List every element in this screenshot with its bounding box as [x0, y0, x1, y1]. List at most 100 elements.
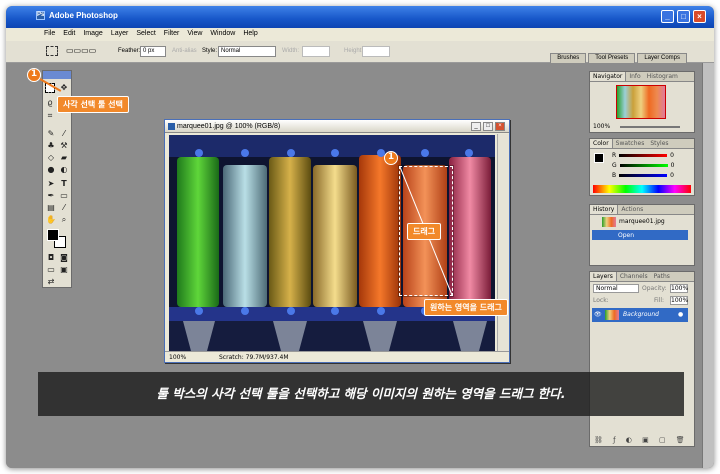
well-layer-comps[interactable]: Layer Comps — [637, 53, 687, 63]
doc-close-button[interactable]: × — [495, 122, 505, 131]
selection-mode-icons[interactable]: ▭▭▭▭ — [66, 46, 96, 55]
brush-tool-icon[interactable]: ⁄ — [59, 129, 69, 139]
feather-input[interactable]: 0 px — [140, 46, 166, 57]
minimize-button[interactable]: _ — [661, 10, 674, 23]
lasso-tool-icon[interactable]: ϱ — [45, 98, 55, 108]
foreground-color-front[interactable] — [47, 229, 59, 241]
opacity-input[interactable]: 100% — [670, 284, 688, 293]
scratch-size[interactable]: Scratch: 79.7M/937.4M — [219, 354, 289, 361]
marquee-preset-icon[interactable] — [46, 46, 58, 56]
fill-input[interactable]: 100% — [670, 296, 688, 305]
history-brush-icon[interactable]: ⚒ — [59, 141, 69, 151]
document-icon — [168, 123, 175, 130]
width-input[interactable] — [302, 46, 330, 57]
history-snapshot-name[interactable]: marquee01.jpg — [619, 218, 665, 225]
tab-color[interactable]: Color — [590, 139, 613, 148]
tab-paths[interactable]: Paths — [651, 272, 673, 281]
eyedropper-icon[interactable]: ⁄ — [59, 203, 69, 213]
well-brushes[interactable]: Brushes — [550, 53, 587, 63]
lock-label: Lock: — [593, 297, 609, 304]
mask-mode-icon[interactable]: ◙ — [59, 253, 69, 263]
screen-mode-icon[interactable]: ▭ — [46, 265, 56, 275]
style-select[interactable]: Normal — [218, 46, 276, 57]
blend-mode-select[interactable]: Normal — [593, 284, 639, 293]
navigator-thumbnail[interactable] — [616, 85, 666, 119]
doc-maximize-button[interactable]: □ — [483, 122, 493, 131]
tab-layers[interactable]: Layers — [590, 272, 617, 281]
tab-navigator[interactable]: Navigator — [590, 72, 627, 81]
channel-r-slider[interactable] — [619, 154, 668, 157]
zoom-level[interactable]: 100% — [169, 354, 186, 361]
tab-channels[interactable]: Channels — [617, 272, 651, 281]
menu-image[interactable]: Image — [79, 28, 106, 37]
maximize-button[interactable]: □ — [677, 10, 690, 23]
channel-r-row: R0 — [612, 151, 692, 161]
history-step-label: Open — [618, 232, 635, 239]
channel-b-slider[interactable] — [619, 174, 668, 177]
menu-help[interactable]: Help — [239, 28, 261, 37]
channel-b-value[interactable]: 0 — [670, 172, 674, 179]
full-screen-icon[interactable]: ▣ — [59, 265, 69, 275]
channel-g-value[interactable]: 0 — [671, 162, 675, 169]
pen-tool-icon[interactable]: ✒ — [46, 191, 56, 201]
navigator-zoom-slider[interactable] — [620, 126, 680, 128]
navigator-zoom[interactable]: 100% — [593, 123, 610, 130]
menu-select[interactable]: Select — [132, 28, 159, 37]
drag-area-callout: 원하는 영역을 드래그 — [424, 299, 508, 316]
tab-histogram[interactable]: Histogram — [644, 72, 681, 81]
layers-footer-icons[interactable]: ⛓ ƒ ◐ ▣ ▢ 🗑 — [594, 436, 689, 444]
channel-g-slider[interactable] — [619, 164, 668, 167]
antialias-checkbox[interactable]: Anti-alias — [172, 48, 197, 54]
gradient-tool-icon[interactable]: ▰ — [59, 153, 69, 163]
history-step-open[interactable]: Open — [592, 230, 688, 240]
tab-info[interactable]: Info — [626, 72, 643, 81]
well-tool-presets[interactable]: Tool Presets — [588, 53, 636, 63]
healing-brush-icon[interactable]: ✎ — [46, 129, 56, 139]
clone-stamp-icon[interactable]: ♣ — [46, 141, 56, 151]
color-fg-swatch[interactable] — [594, 153, 604, 163]
document-status-bar: 100% Scratch: 79.7M/937.4M — [165, 351, 509, 362]
notes-tool-icon[interactable]: ▤ — [46, 203, 56, 213]
quick-mask-icon[interactable]: ◘ — [46, 253, 56, 263]
feather-label: Feather: — [118, 48, 141, 54]
history-snapshot-thumb — [602, 217, 616, 227]
layer-name[interactable]: Background — [623, 311, 659, 318]
menu-view[interactable]: View — [183, 28, 206, 37]
menu-window[interactable]: Window — [206, 28, 239, 37]
menu-bar: File Edit Image Layer Select Filter View Window… — [6, 28, 714, 41]
hand-tool-icon[interactable]: ✋ — [46, 215, 56, 225]
color-spectrum-bar[interactable] — [593, 185, 691, 193]
height-input[interactable] — [362, 46, 390, 57]
zoom-tool-icon[interactable]: ⌕ — [59, 215, 69, 225]
imageready-icon[interactable]: ⇄ — [46, 277, 56, 287]
channel-r-value[interactable]: 0 — [670, 152, 674, 159]
title-bar: Ps Adobe Photoshop _ □ × — [6, 6, 714, 28]
menu-edit[interactable]: Edit — [59, 28, 79, 37]
move-tool-icon[interactable]: ✥ — [59, 83, 69, 93]
dodge-tool-icon[interactable]: ◐ — [59, 165, 69, 175]
workspace-scrollbar[interactable] — [702, 63, 714, 468]
layers-tabs: Layers Channels Paths — [590, 272, 694, 282]
menu-filter[interactable]: Filter — [160, 28, 184, 37]
document-vertical-scrollbar[interactable] — [497, 134, 509, 351]
history-panel: History Actions marquee01.jpg Open — [589, 204, 695, 266]
menu-layer[interactable]: Layer — [107, 28, 133, 37]
layer-visibility-icon[interactable]: 👁 — [594, 311, 602, 318]
layer-row-background[interactable]: 👁 Background ● — [592, 308, 688, 322]
crop-tool-icon[interactable]: ⌗ — [45, 111, 55, 121]
path-selection-icon[interactable]: ➤ — [46, 179, 56, 189]
toolbox-header — [43, 71, 71, 79]
shape-tool-icon[interactable]: ▭ — [59, 191, 69, 201]
tab-actions[interactable]: Actions — [618, 205, 646, 214]
doc-minimize-button[interactable]: _ — [471, 122, 481, 131]
tab-styles[interactable]: Styles — [647, 139, 671, 148]
menu-file[interactable]: File — [40, 28, 59, 37]
eraser-tool-icon[interactable]: ◇ — [46, 153, 56, 163]
type-tool-icon[interactable]: T — [59, 179, 69, 189]
blur-tool-icon[interactable]: ● — [46, 165, 56, 175]
tab-swatches[interactable]: Swatches — [613, 139, 648, 148]
options-bar: ▭▭▭▭ Feather: 0 px Anti-alias Style: Nor… — [6, 41, 714, 63]
close-button[interactable]: × — [693, 10, 706, 23]
instruction-caption: 툴 박스의 사각 선택 툴을 선택하고 해당 이미지의 원하는 영역을 드래그 … — [38, 372, 684, 416]
tab-history[interactable]: History — [590, 205, 619, 214]
